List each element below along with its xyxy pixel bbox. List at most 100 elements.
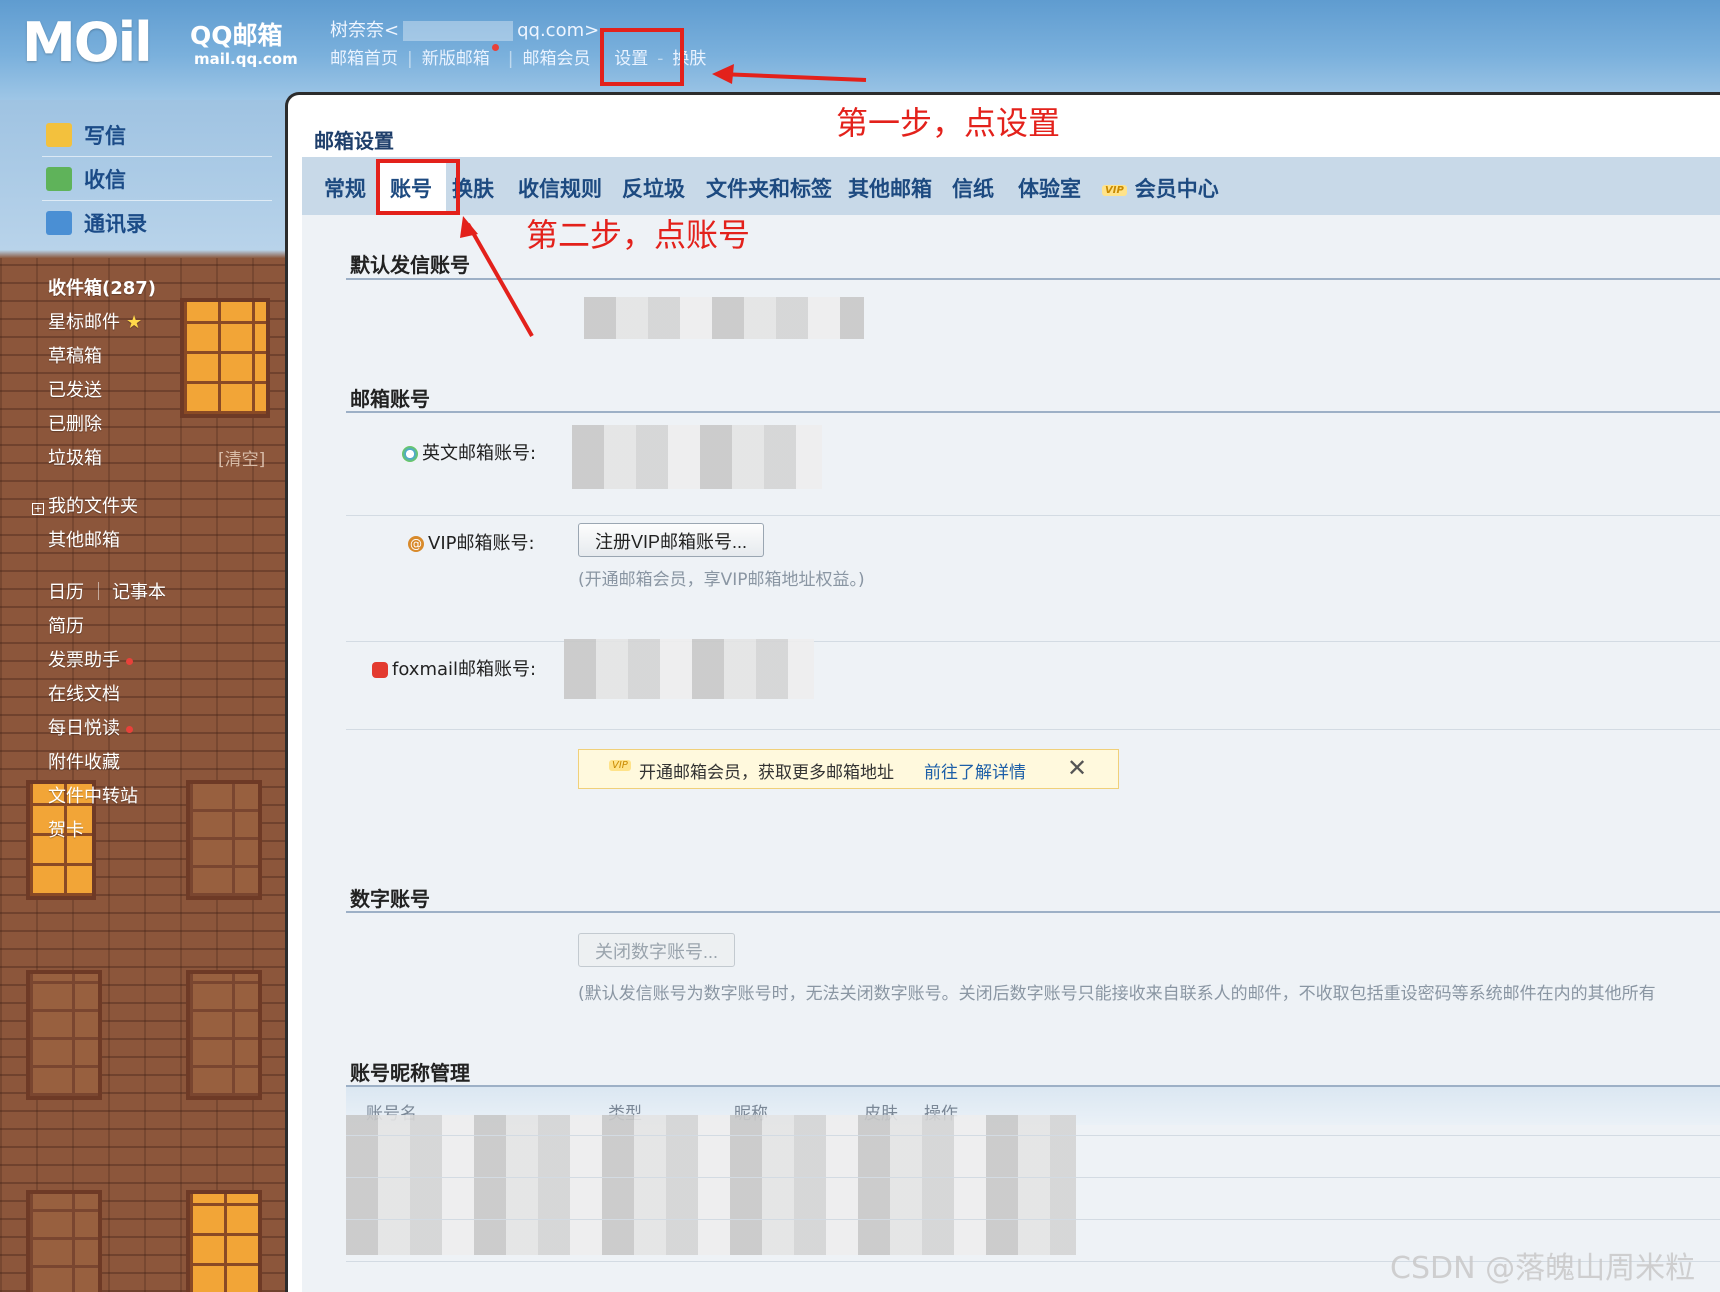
- lit-window-decoration: [180, 298, 270, 418]
- vip-account-label: VIP邮箱账号:: [428, 533, 535, 554]
- transfer-link[interactable]: 文件中转站: [48, 782, 138, 808]
- new-dot-icon: [491, 44, 499, 51]
- tab-other-mail[interactable]: 其他邮箱: [848, 173, 932, 203]
- nav-separator: |: [507, 49, 514, 69]
- nav-new-version[interactable]: 新版邮箱: [422, 49, 490, 69]
- redacted-nickname-rows: [346, 1115, 1076, 1255]
- vip-account-row: @ VIP邮箱账号:: [408, 529, 535, 555]
- english-account-row: 英文邮箱账号:: [402, 439, 536, 465]
- tab-vip-center[interactable]: VIP 会员中心: [1102, 173, 1219, 203]
- pencil-icon: [46, 123, 72, 147]
- redacted-default-sender: [584, 297, 864, 339]
- row-divider: [346, 729, 1720, 730]
- english-account-label: 英文邮箱账号:: [422, 443, 537, 464]
- tab-general[interactable]: 常规: [324, 173, 366, 203]
- tab-stationery[interactable]: 信纸: [952, 173, 994, 203]
- compose-label: 写信: [84, 124, 126, 148]
- row-divider: [346, 1219, 1720, 1220]
- top-header: MOil QQ邮箱 mail.qq.com 树奈奈< qq.com> 邮箱首页 | 新…: [0, 0, 1720, 100]
- folder-sent[interactable]: 已发送: [48, 376, 102, 402]
- user-account-line: 树奈奈< qq.com>: [330, 16, 599, 42]
- folder-starred[interactable]: 星标邮件 ★: [48, 308, 142, 334]
- resume-link[interactable]: 简历: [48, 612, 84, 638]
- docs-link[interactable]: 在线文档: [48, 680, 120, 706]
- my-folders[interactable]: 我的文件夹: [48, 492, 138, 518]
- daily-read-link[interactable]: 每日悦读: [48, 714, 133, 740]
- row-divider: [346, 641, 1720, 642]
- invoice-link[interactable]: 发票助手: [48, 646, 133, 672]
- logo-brand: QQ邮箱: [190, 21, 283, 50]
- divider: [42, 156, 272, 157]
- section-divider: [346, 278, 1720, 280]
- download-icon: [46, 167, 72, 191]
- nav-mail-home[interactable]: 邮箱首页: [330, 49, 398, 69]
- trash-clear-link[interactable]: [清空]: [218, 445, 265, 470]
- tab-folders-tags[interactable]: 文件夹和标签: [706, 173, 832, 203]
- account-tab-highlight-box: [376, 159, 460, 215]
- contacts-link[interactable]: 通讯录: [46, 208, 147, 238]
- redacted-foxmail-account: [564, 639, 814, 699]
- vip-promo-banner: VIP 开通邮箱会员，获取更多邮箱地址 前往了解详情 ✕: [578, 749, 1119, 789]
- nav-separator: |: [407, 49, 413, 69]
- expand-plus-icon[interactable]: +: [32, 503, 44, 515]
- section-nickname-mgmt: 账号昵称管理: [350, 1061, 470, 1085]
- foxmail-account-row: foxmail邮箱账号:: [372, 655, 536, 681]
- notes-link[interactable]: 记事本: [112, 578, 166, 604]
- window-decoration: [186, 970, 262, 1100]
- settings-highlight-box: [600, 28, 684, 86]
- folder-trash[interactable]: 垃圾箱: [48, 444, 102, 470]
- row-divider: [346, 1135, 1720, 1136]
- tab-lab[interactable]: 体验室: [1018, 173, 1081, 203]
- starred-label: 星标邮件: [48, 312, 120, 333]
- vip-hint: (开通邮箱会员，享VIP邮箱地址权益。): [578, 570, 865, 590]
- compose-link[interactable]: 写信: [46, 120, 126, 150]
- divider: [42, 200, 272, 201]
- nav-member[interactable]: 邮箱会员: [522, 49, 590, 69]
- logo-domain: mail.qq.com: [194, 50, 298, 68]
- tab-rules[interactable]: 收信规则: [518, 173, 602, 203]
- close-digital-account-button[interactable]: 关闭数字账号...: [578, 933, 736, 967]
- calendar-link[interactable]: 日历: [48, 578, 84, 604]
- at-sign-icon: @: [408, 536, 424, 552]
- new-dot-icon: [126, 657, 133, 665]
- receive-link[interactable]: 收信: [46, 164, 126, 194]
- divider: [98, 582, 99, 600]
- row-divider: [346, 515, 1720, 516]
- window-decoration: [186, 780, 262, 900]
- tab-antispam[interactable]: 反垃圾: [622, 173, 685, 203]
- invoice-label: 发票助手: [48, 650, 120, 671]
- folder-deleted[interactable]: 已删除: [48, 410, 102, 436]
- lit-window-decoration: [186, 1190, 262, 1292]
- settings-content: 默认发信账号 邮箱账号 英文邮箱账号: @ VIP邮箱账号: 注册VIP邮箱账号.…: [302, 215, 1720, 1292]
- row-divider: [346, 1177, 1720, 1178]
- logo-mark: MOil: [22, 11, 153, 74]
- redacted-english-account: [572, 425, 822, 489]
- digital-account-hint: (默认发信账号为数字账号时，无法关闭数字账号。关闭后数字账号只能接收来自联系人的…: [578, 984, 1656, 1004]
- vip-icon: VIP: [609, 760, 631, 771]
- contacts-label: 通讯录: [84, 212, 147, 236]
- register-vip-button[interactable]: 注册VIP邮箱账号...: [578, 523, 765, 557]
- close-icon[interactable]: ✕: [1067, 754, 1087, 782]
- section-digital-account: 数字账号: [350, 887, 430, 911]
- section-divider: [346, 411, 1720, 413]
- star-icon: ★: [126, 312, 143, 333]
- attachments-link[interactable]: 附件收藏: [48, 748, 120, 774]
- section-default-sender: 默认发信账号: [350, 253, 470, 277]
- step1-annotation: 第一步，点设置: [836, 104, 1061, 142]
- step2-annotation: 第二步，点账号: [526, 216, 751, 254]
- qq-mail-logo[interactable]: MOil QQ邮箱 mail.qq.com: [22, 11, 298, 74]
- window-decoration: [26, 1190, 102, 1292]
- section-mail-account: 邮箱账号: [350, 387, 430, 411]
- new-dot-icon: [126, 725, 133, 733]
- folder-drafts[interactable]: 草稿箱: [48, 342, 102, 368]
- section-divider: [346, 911, 1720, 913]
- promo-details-link[interactable]: 前往了解详情: [924, 758, 1026, 783]
- promo-text: 开通邮箱会员，获取更多邮箱地址: [639, 763, 894, 783]
- daily-read-label: 每日悦读: [48, 718, 120, 739]
- contact-card-icon: [46, 211, 72, 235]
- cards-link[interactable]: 贺卡: [48, 816, 84, 842]
- page-title: 邮箱设置: [314, 129, 394, 153]
- foxmail-label: foxmail邮箱账号:: [392, 659, 537, 680]
- folder-inbox[interactable]: 收件箱(287): [48, 274, 156, 300]
- other-mailboxes[interactable]: 其他邮箱: [48, 526, 120, 552]
